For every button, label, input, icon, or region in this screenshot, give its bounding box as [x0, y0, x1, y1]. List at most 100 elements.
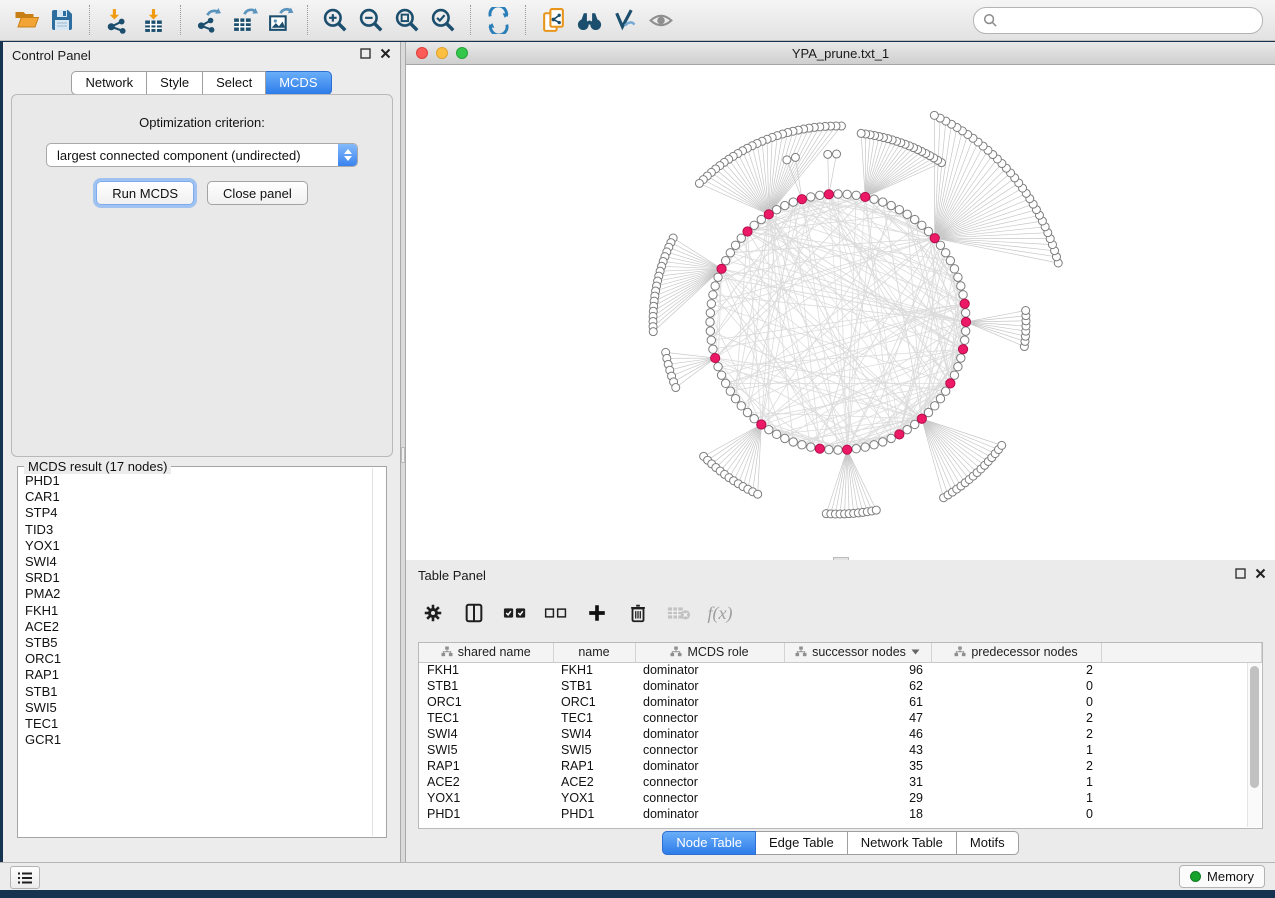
- optimization-criterion-select[interactable]: largest connected component (undirected): [46, 143, 358, 167]
- mcds-hub-node[interactable]: [797, 195, 806, 204]
- table-row[interactable]: YOX1YOX1connector291: [419, 790, 1262, 806]
- export-image-button[interactable]: [262, 3, 298, 37]
- network-node[interactable]: [816, 191, 824, 199]
- mcds-result-item[interactable]: ORC1: [25, 651, 371, 667]
- network-node[interactable]: [798, 441, 806, 449]
- zoom-in-button[interactable]: [317, 3, 353, 37]
- mcds-hub-node[interactable]: [917, 414, 926, 423]
- zoom-out-button[interactable]: [353, 3, 389, 37]
- column-header-mcds-role[interactable]: MCDS role: [635, 643, 784, 662]
- network-node[interactable]: [930, 111, 938, 119]
- close-panel-button[interactable]: Close panel: [207, 181, 308, 205]
- network-node[interactable]: [954, 363, 962, 371]
- network-from-selection-button[interactable]: [535, 3, 571, 37]
- table-row[interactable]: RAP1RAP1dominator352: [419, 758, 1262, 774]
- network-node[interactable]: [726, 387, 734, 395]
- network-node[interactable]: [695, 179, 703, 187]
- mcds-result-list[interactable]: PHD1CAR1STP4TID3YOX1SWI4SRD1PMA2FKH1ACE2…: [20, 469, 371, 835]
- close-panel-icon[interactable]: [1255, 568, 1266, 579]
- mcds-result-item[interactable]: SRD1: [25, 570, 371, 586]
- network-node[interactable]: [737, 402, 745, 410]
- network-node[interactable]: [706, 318, 714, 326]
- zoom-fit-button[interactable]: [389, 3, 425, 37]
- network-node[interactable]: [998, 441, 1006, 449]
- network-node[interactable]: [950, 265, 958, 273]
- network-node[interactable]: [781, 201, 789, 209]
- network-node[interactable]: [706, 309, 714, 317]
- mcds-result-item[interactable]: SWI5: [25, 700, 371, 716]
- export-table-button[interactable]: [226, 3, 262, 37]
- search-network-button[interactable]: [571, 3, 607, 37]
- float-panel-icon[interactable]: [1235, 568, 1246, 579]
- network-node[interactable]: [754, 490, 762, 498]
- mcds-result-item[interactable]: STB5: [25, 635, 371, 651]
- network-node[interactable]: [887, 434, 895, 442]
- network-node[interactable]: [903, 210, 911, 218]
- float-panel-icon[interactable]: [360, 48, 371, 59]
- network-node[interactable]: [807, 193, 815, 201]
- table-row[interactable]: FKH1FKH1dominator962: [419, 662, 1262, 678]
- deselect-all-button[interactable]: [543, 600, 569, 626]
- network-node[interactable]: [872, 506, 880, 514]
- network-node[interactable]: [941, 249, 949, 257]
- mcds-result-item[interactable]: GCR1: [25, 732, 371, 748]
- tab-motifs[interactable]: Motifs: [957, 831, 1019, 855]
- network-node[interactable]: [870, 195, 878, 203]
- mcds-hub-node[interactable]: [764, 210, 773, 219]
- tab-select[interactable]: Select: [203, 71, 266, 95]
- network-node[interactable]: [772, 205, 780, 213]
- search-input[interactable]: [1004, 13, 1253, 28]
- tab-edge-table[interactable]: Edge Table: [756, 831, 848, 855]
- delete-column-button[interactable]: [625, 600, 651, 626]
- import-table-button[interactable]: [135, 3, 171, 37]
- column-header-shared-name[interactable]: shared name: [419, 643, 553, 662]
- mcds-hub-node[interactable]: [843, 445, 852, 454]
- mcds-hub-node[interactable]: [861, 192, 870, 201]
- mcds-result-item[interactable]: STP4: [25, 505, 371, 521]
- table-row[interactable]: TEC1TEC1connector472: [419, 710, 1262, 726]
- network-node[interactable]: [726, 249, 734, 257]
- column-header-name[interactable]: name: [553, 643, 635, 662]
- network-node[interactable]: [861, 443, 869, 451]
- save-session-button[interactable]: [44, 3, 80, 37]
- mcds-result-item[interactable]: RAP1: [25, 667, 371, 683]
- network-canvas[interactable]: [406, 65, 1275, 560]
- table-row[interactable]: ORC1ORC1dominator610: [419, 694, 1262, 710]
- network-node[interactable]: [743, 408, 751, 416]
- network-node[interactable]: [852, 191, 860, 199]
- open-file-button[interactable]: [8, 3, 44, 37]
- mcds-hub-node[interactable]: [743, 227, 752, 236]
- table-scrollbar-thumb[interactable]: [1250, 666, 1259, 788]
- network-node[interactable]: [911, 215, 919, 223]
- network-node[interactable]: [895, 205, 903, 213]
- tab-node-table[interactable]: Node Table: [662, 831, 756, 855]
- network-node[interactable]: [672, 384, 680, 392]
- column-header-predecessor-nodes[interactable]: predecessor nodes: [931, 643, 1101, 662]
- mcds-result-item[interactable]: FKH1: [25, 603, 371, 619]
- import-network-button[interactable]: [99, 3, 135, 37]
- network-node[interactable]: [789, 438, 797, 446]
- network-node[interactable]: [731, 241, 739, 249]
- network-node[interactable]: [781, 434, 789, 442]
- network-node[interactable]: [959, 291, 967, 299]
- mcds-hub-node[interactable]: [717, 264, 726, 273]
- refresh-layout-button[interactable]: [480, 3, 516, 37]
- mcds-result-item[interactable]: SWI4: [25, 554, 371, 570]
- zoom-selected-button[interactable]: [425, 3, 461, 37]
- mcds-hub-node[interactable]: [930, 234, 939, 243]
- network-node[interactable]: [825, 445, 833, 453]
- mcds-hub-node[interactable]: [960, 299, 969, 308]
- network-node[interactable]: [714, 363, 722, 371]
- network-node[interactable]: [833, 150, 841, 158]
- network-node[interactable]: [791, 153, 799, 161]
- network-node[interactable]: [954, 273, 962, 281]
- column-header-successor-nodes[interactable]: successor nodes: [784, 643, 931, 662]
- export-network-button[interactable]: [190, 3, 226, 37]
- network-node[interactable]: [709, 345, 717, 353]
- network-node[interactable]: [870, 441, 878, 449]
- network-node[interactable]: [772, 430, 780, 438]
- mcds-hub-node[interactable]: [711, 353, 720, 362]
- table-row[interactable]: ACE2ACE2connector311: [419, 774, 1262, 790]
- tab-network[interactable]: Network: [71, 71, 147, 95]
- select-all-button[interactable]: [502, 600, 528, 626]
